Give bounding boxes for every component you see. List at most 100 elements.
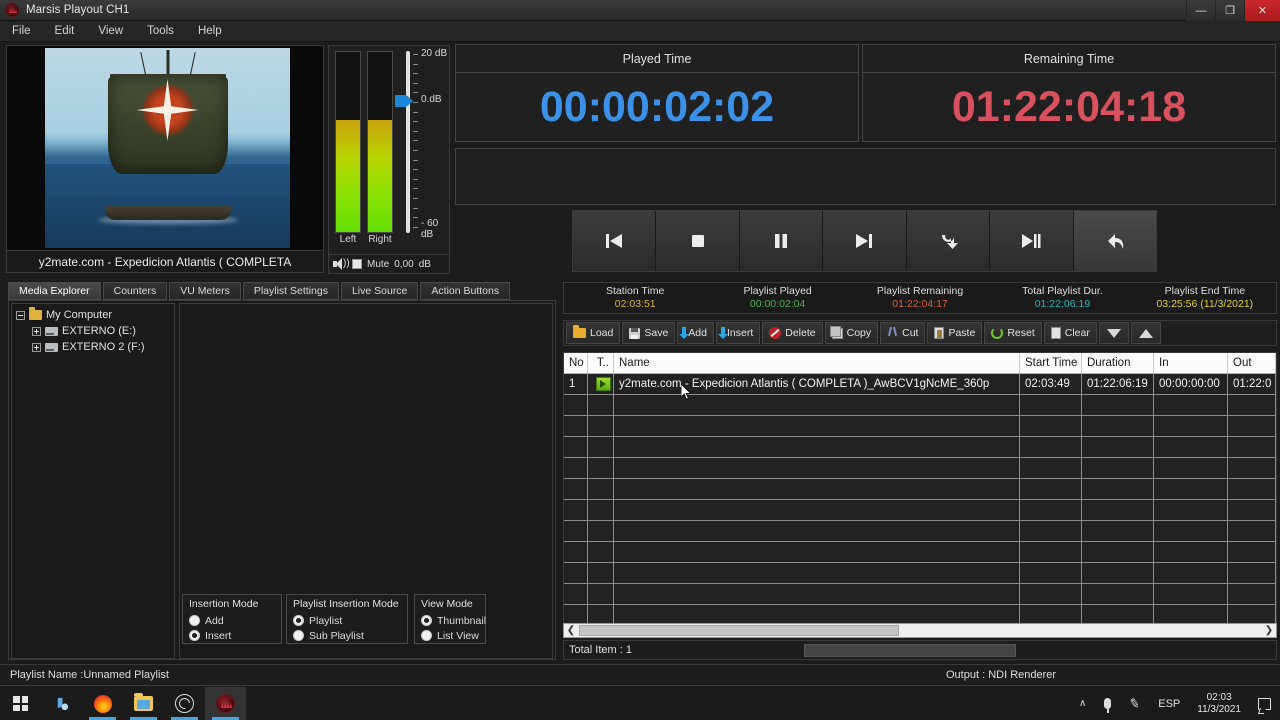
gain-slider-track[interactable]	[406, 51, 410, 233]
expand-toggle-icon[interactable]	[32, 326, 41, 336]
radio-add[interactable]	[189, 615, 200, 626]
table-row-empty[interactable]	[564, 437, 1276, 458]
action-center-button[interactable]	[1249, 687, 1280, 720]
expand-toggle-icon[interactable]	[32, 342, 41, 352]
column-header-out[interactable]: Out	[1228, 353, 1276, 373]
close-button[interactable]: ✕	[1244, 0, 1280, 21]
scroll-right-arrow[interactable]: ❯	[1262, 625, 1276, 636]
vu-tick	[413, 121, 418, 123]
table-row-empty[interactable]	[564, 395, 1276, 416]
playlist-table[interactable]: No T.. Name Start Time Duration In Out 1 y2mate…	[563, 352, 1277, 638]
menu-item-file[interactable]: File	[0, 23, 43, 39]
table-row-empty[interactable]	[564, 500, 1276, 521]
triangle-up-button[interactable]	[1130, 322, 1161, 344]
column-header-in[interactable]: In	[1154, 353, 1228, 373]
maximize-button[interactable]: ❐	[1215, 0, 1244, 21]
cell-empty	[1082, 584, 1154, 604]
column-header-start-time[interactable]: Start Time	[1020, 353, 1082, 373]
tab-media-explorer[interactable]: Media Explorer	[8, 282, 101, 300]
column-header-no[interactable]: No	[564, 353, 588, 373]
vu-tick	[413, 102, 418, 103]
radio-insert[interactable]	[189, 630, 200, 641]
table-row-empty[interactable]	[564, 458, 1276, 479]
tab-vu-meters[interactable]: VU Meters	[169, 282, 241, 300]
tree-item-externo-e[interactable]: EXTERNO (E:)	[16, 324, 174, 338]
play-next-button[interactable]	[990, 211, 1074, 271]
stop-button[interactable]	[656, 211, 740, 271]
delete-button[interactable]: Delete	[762, 322, 823, 344]
view-mode-option-list-view[interactable]: List View	[421, 628, 479, 643]
menu-item-view[interactable]: View	[86, 23, 135, 39]
triangle-down-button[interactable]	[1098, 322, 1129, 344]
save-button[interactable]: Save	[622, 322, 676, 344]
menu-item-help[interactable]: Help	[186, 23, 234, 39]
radio-list-view[interactable]	[421, 630, 432, 641]
undo-button[interactable]	[1073, 211, 1156, 271]
table-row-empty[interactable]	[564, 479, 1276, 500]
file-explorer-button[interactable]	[123, 687, 164, 720]
scroll-left-arrow[interactable]: ❮	[564, 625, 578, 636]
firefox-button[interactable]	[82, 687, 123, 720]
insertion-mode-option-add[interactable]: Add	[189, 613, 275, 628]
taskbar-clock[interactable]: 02:03 11/3/2021	[1189, 692, 1249, 716]
cut-button[interactable]: Cut	[880, 322, 926, 344]
microphone-tray-button[interactable]	[1095, 687, 1120, 720]
tab-playlist-settings[interactable]: Playlist Settings	[242, 282, 339, 300]
playlist-insertion-option-sub-playlist[interactable]: Sub Playlist	[293, 628, 401, 643]
column-header-duration[interactable]: Duration	[1082, 353, 1154, 373]
collapse-toggle-icon[interactable]	[16, 310, 25, 320]
pause-button[interactable]	[739, 211, 824, 271]
table-row-empty[interactable]	[564, 416, 1276, 437]
tree-item-externo-2-f[interactable]: EXTERNO 2 (F:)	[16, 340, 174, 354]
table-row-empty[interactable]	[564, 542, 1276, 563]
show-hidden-icons-button[interactable]: ∧	[1070, 687, 1095, 720]
load-button[interactable]: Load	[566, 322, 621, 344]
tab-live-source[interactable]: Live Source	[340, 282, 419, 300]
start-button[interactable]	[0, 687, 41, 720]
cortana-search-button[interactable]	[41, 687, 82, 720]
reset-button[interactable]: Reset	[984, 322, 1042, 344]
loop-button[interactable]	[906, 211, 991, 271]
table-row-empty[interactable]	[564, 521, 1276, 542]
folder-explorer-icon	[134, 693, 153, 711]
obs-studio-button[interactable]	[164, 687, 205, 720]
menu-item-edit[interactable]: Edit	[43, 23, 87, 39]
tab-action-buttons[interactable]: Action Buttons	[420, 282, 511, 300]
scrollbar-thumb[interactable]	[579, 625, 899, 636]
table-row-empty[interactable]	[564, 584, 1276, 605]
copy-button[interactable]: Copy	[824, 322, 879, 344]
column-header-name[interactable]: Name	[614, 353, 1020, 373]
radio-sub-playlist[interactable]	[293, 630, 304, 641]
radio-playlist[interactable]	[293, 615, 304, 626]
add-button[interactable]: Add	[677, 322, 714, 344]
gain-slider-thumb[interactable]	[395, 95, 413, 107]
mute-checkbox[interactable]	[352, 259, 362, 269]
refresh-circle-icon	[991, 327, 1004, 339]
skip-to-start-button[interactable]	[573, 211, 657, 271]
insertion-mode-option-insert[interactable]: Insert	[189, 628, 275, 643]
video-preview[interactable]	[6, 45, 324, 251]
next-button[interactable]	[823, 211, 907, 271]
vu-scale-top-label: 20 dB	[421, 48, 448, 59]
clear-button[interactable]: Clear	[1043, 322, 1097, 344]
radio-thumbnail[interactable]	[421, 615, 432, 626]
insert-button[interactable]: Insert	[715, 322, 761, 344]
column-header-t[interactable]: T..	[588, 353, 614, 373]
paste-button[interactable]: Paste	[927, 322, 983, 344]
vu-tick	[413, 63, 418, 65]
menu-item-tools[interactable]: Tools	[135, 23, 186, 39]
speaker-icon[interactable]: ))	[333, 258, 350, 270]
table-row[interactable]: 1 y2mate.com - Expedicion Atlantis ( COMP…	[564, 374, 1276, 395]
marsis-playout-button[interactable]	[205, 687, 246, 720]
language-indicator[interactable]: ESP	[1149, 687, 1189, 720]
pen-tray-button[interactable]: ✎	[1120, 687, 1149, 720]
folder-tree[interactable]: My Computer EXTERNO (E:) EXTERNO 2 (F:)	[11, 303, 175, 659]
table-row-empty[interactable]	[564, 563, 1276, 584]
playlist-insertion-option-playlist[interactable]: Playlist	[293, 613, 401, 628]
view-mode-option-thumbnail[interactable]: Thumbnail	[421, 613, 486, 628]
minimize-button[interactable]: —	[1186, 0, 1215, 21]
playlist-horizontal-scrollbar[interactable]: ❮ ❯	[563, 623, 1277, 638]
tab-counters[interactable]: Counters	[102, 282, 168, 300]
menu-bar: File Edit View Tools Help	[0, 21, 1280, 42]
tree-item-my-computer[interactable]: My Computer	[16, 307, 174, 322]
